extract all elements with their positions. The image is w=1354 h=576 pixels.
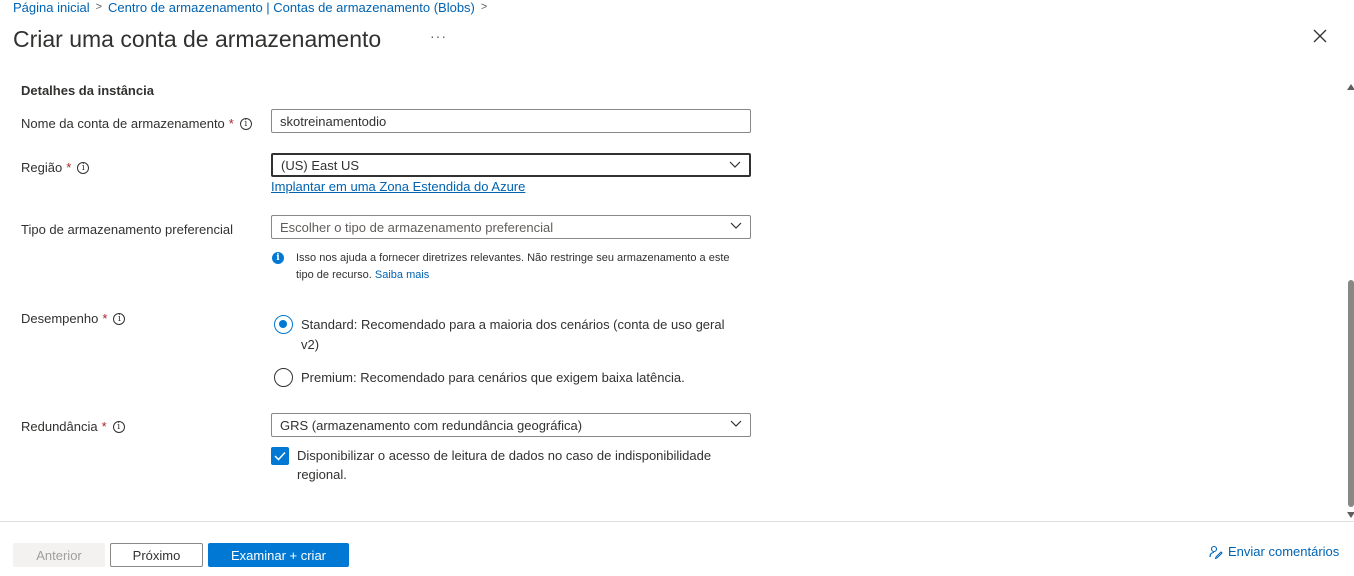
read-access-label: Disponibilizar o acesso de leitura de da… — [297, 448, 712, 482]
account-name-label-text: Nome da conta de armazenamento — [21, 116, 225, 131]
previous-button[interactable]: Anterior — [13, 543, 105, 567]
chevron-down-icon — [730, 222, 742, 229]
info-icon[interactable]: i — [112, 420, 125, 433]
checkmark-icon — [274, 451, 286, 461]
performance-standard-radio[interactable]: Standard: Recomendado para a maioria dos… — [274, 315, 744, 355]
breadcrumb-home-link[interactable]: Página inicial — [13, 0, 90, 15]
breadcrumb-storage-center-link[interactable]: Centro de armazenamento | Contas de arma… — [108, 0, 475, 15]
feedback-icon — [1209, 545, 1223, 559]
performance-premium-label: Premium: Recomendado para cenários que e… — [301, 370, 685, 385]
account-name-input[interactable]: skotreinamentodio — [271, 109, 751, 133]
read-access-checkbox[interactable] — [271, 447, 289, 465]
page-title: Criar uma conta de armazenamento — [13, 26, 382, 52]
storage-type-placeholder: Escolher o tipo de armazenamento prefere… — [280, 219, 554, 235]
redundancy-label-text: Redundância — [21, 419, 98, 434]
more-options-button[interactable]: ··· — [430, 28, 447, 44]
radio-selected-icon[interactable] — [274, 315, 293, 334]
performance-premium-radio[interactable]: Premium: Recomendado para cenários que e… — [274, 368, 744, 388]
redundancy-select[interactable]: GRS (armazenamento com redundância geogr… — [271, 413, 751, 437]
chevron-down-icon — [730, 420, 742, 427]
redundancy-value: GRS (armazenamento com redundância geogr… — [280, 417, 583, 433]
storage-type-select[interactable]: Escolher o tipo de armazenamento prefere… — [271, 215, 751, 239]
redundancy-label: Redundância * i — [21, 419, 125, 434]
required-marker: * — [101, 419, 107, 434]
next-button[interactable]: Próximo — [110, 543, 203, 567]
info-icon[interactable]: i — [239, 117, 252, 130]
extended-zone-link[interactable]: Implantar em uma Zona Estendida do Azure — [271, 179, 525, 194]
info-icon[interactable]: i — [113, 312, 126, 325]
region-label: Região * i — [21, 160, 90, 175]
footer-divider — [0, 521, 1354, 522]
send-feedback-label: Enviar comentários — [1228, 544, 1340, 559]
region-select[interactable]: (US) East US — [271, 153, 751, 177]
learn-more-link[interactable]: Saiba mais — [375, 269, 429, 281]
required-marker: * — [228, 116, 234, 131]
read-access-checkbox-row[interactable]: Disponibilizar o acesso de leitura de da… — [271, 446, 731, 484]
close-icon[interactable] — [1313, 29, 1333, 49]
performance-standard-label: Standard: Recomendado para a maioria dos… — [301, 317, 725, 352]
info-filled-icon: i — [272, 252, 284, 264]
scroll-down-arrow-icon[interactable] — [1347, 512, 1354, 518]
info-note-text: Isso nos ajuda a fornecer diretrizes rel… — [296, 252, 730, 281]
info-icon[interactable]: i — [77, 161, 90, 174]
scrollbar-thumb[interactable] — [1348, 280, 1354, 507]
section-heading: Detalhes da instância — [21, 83, 154, 98]
region-value: (US) East US — [281, 157, 360, 173]
region-label-text: Região — [21, 160, 63, 175]
required-marker: * — [66, 160, 72, 175]
scroll-up-arrow-icon[interactable] — [1347, 84, 1354, 90]
storage-type-label: Tipo de armazenamento preferencial — [21, 222, 233, 237]
storage-type-label-text: Tipo de armazenamento preferencial — [21, 222, 233, 237]
breadcrumb: Página inicial > Centro de armazenamento… — [13, 0, 493, 15]
performance-label: Desempenho * i — [21, 311, 126, 326]
radio-unselected-icon[interactable] — [274, 368, 293, 387]
breadcrumb-separator: > — [95, 1, 103, 13]
required-marker: * — [102, 311, 108, 326]
review-create-button[interactable]: Examinar + criar — [208, 543, 349, 567]
performance-label-text: Desempenho — [21, 311, 99, 326]
chevron-down-icon — [729, 161, 741, 168]
account-name-label: Nome da conta de armazenamento * i — [21, 116, 252, 131]
account-name-value: skotreinamentodio — [280, 113, 387, 129]
storage-type-info-note: i Isso nos ajuda a fornecer diretrizes r… — [272, 250, 742, 284]
send-feedback-link[interactable]: Enviar comentários — [1209, 544, 1339, 559]
breadcrumb-separator: > — [480, 1, 488, 13]
